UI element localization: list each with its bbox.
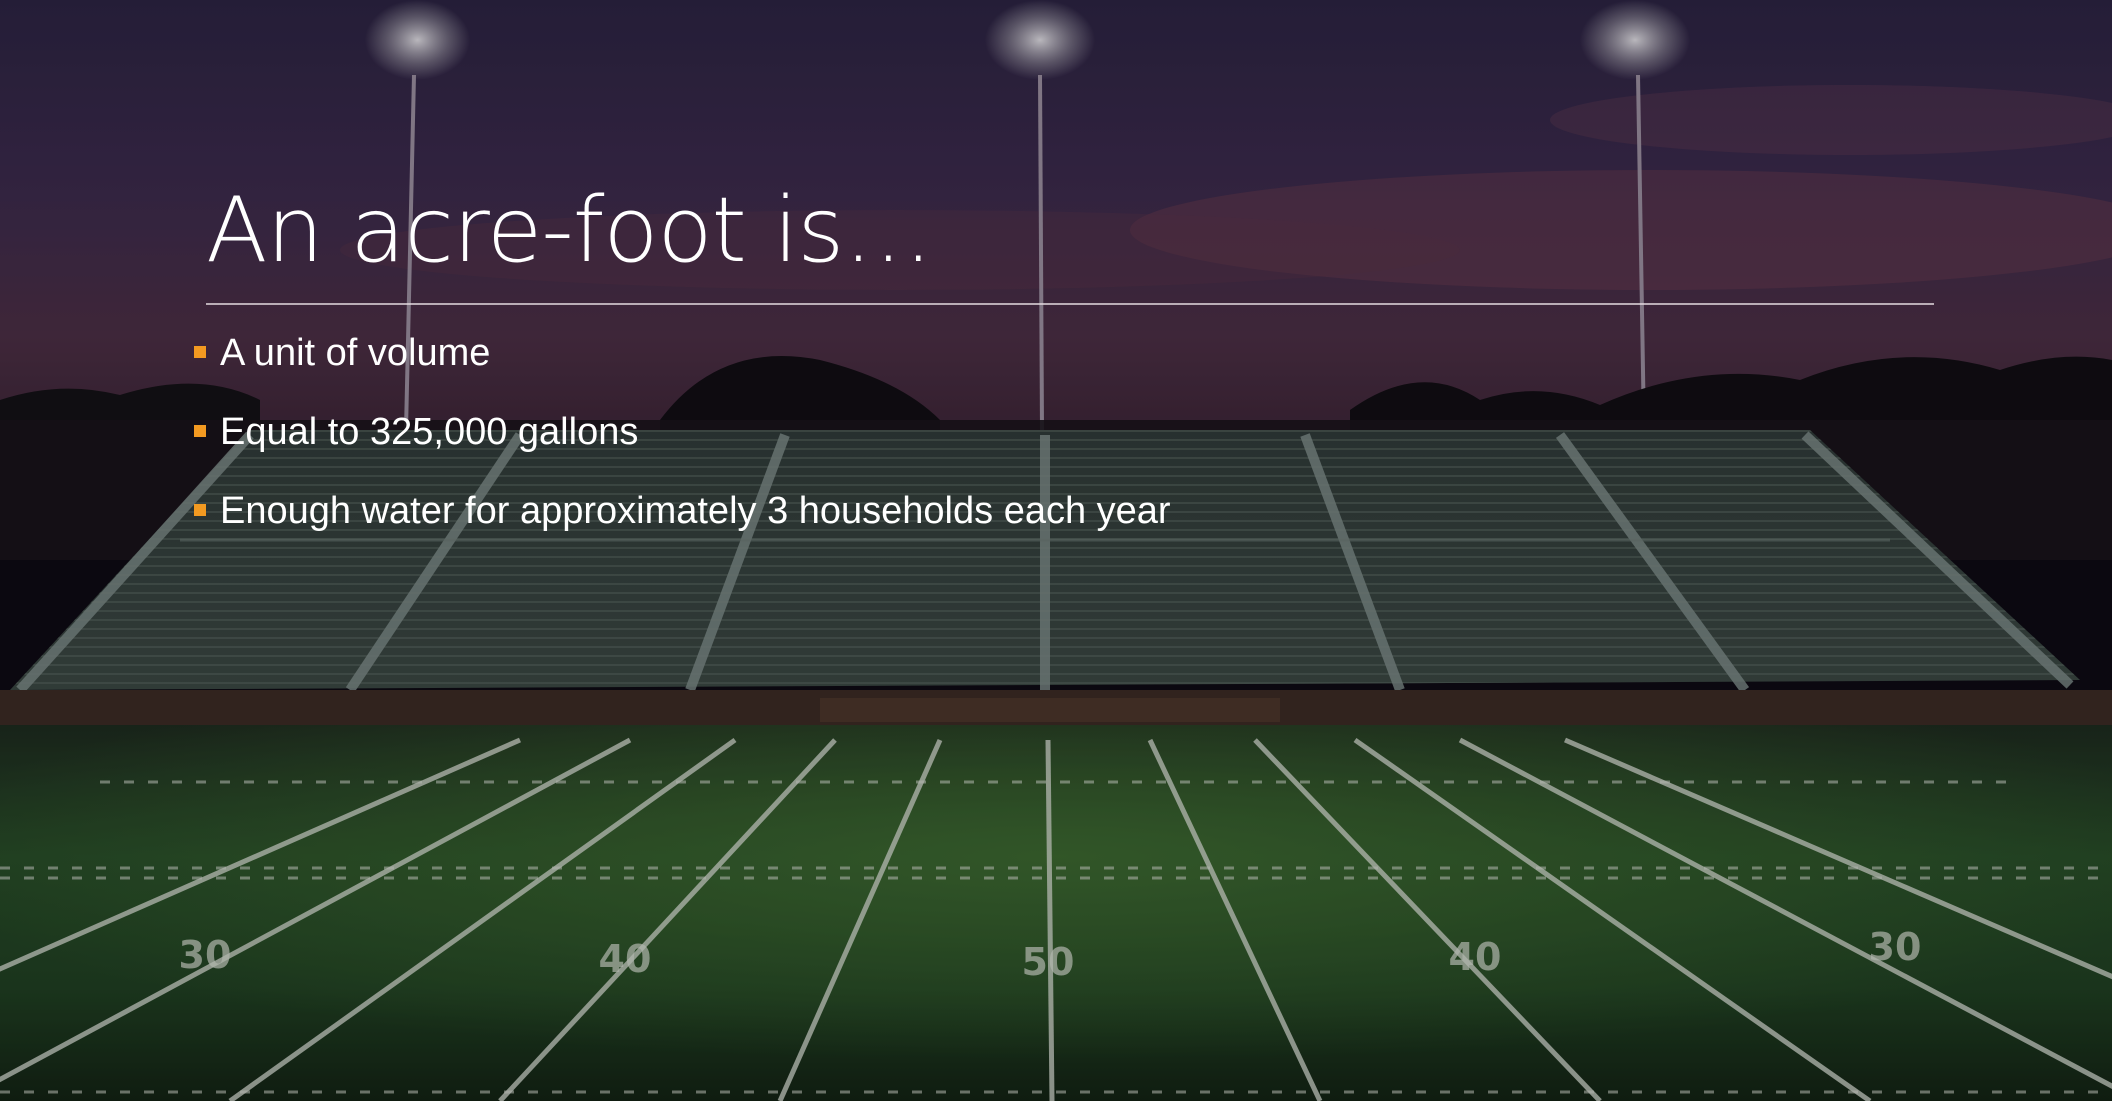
slide: 30 40 50 40 30 An acre-foot is… A unit o…	[0, 0, 2112, 1101]
bullet-item: A unit of volume	[192, 322, 1171, 401]
square-bullet-icon	[194, 346, 206, 358]
bullet-item: Enough water for approximately 3 househo…	[192, 480, 1171, 559]
slide-title: An acre-foot is…	[206, 178, 933, 283]
bullet-text: Enough water for approximately 3 househo…	[220, 490, 1171, 532]
title-divider	[206, 303, 1934, 305]
bullet-text: A unit of volume	[220, 332, 491, 374]
square-bullet-icon	[194, 504, 206, 516]
bullet-item: Equal to 325,000 gallons	[192, 401, 1171, 480]
bullet-list: A unit of volume Equal to 325,000 gallon…	[192, 322, 1171, 559]
bullet-text: Equal to 325,000 gallons	[220, 411, 639, 453]
square-bullet-icon	[194, 425, 206, 437]
